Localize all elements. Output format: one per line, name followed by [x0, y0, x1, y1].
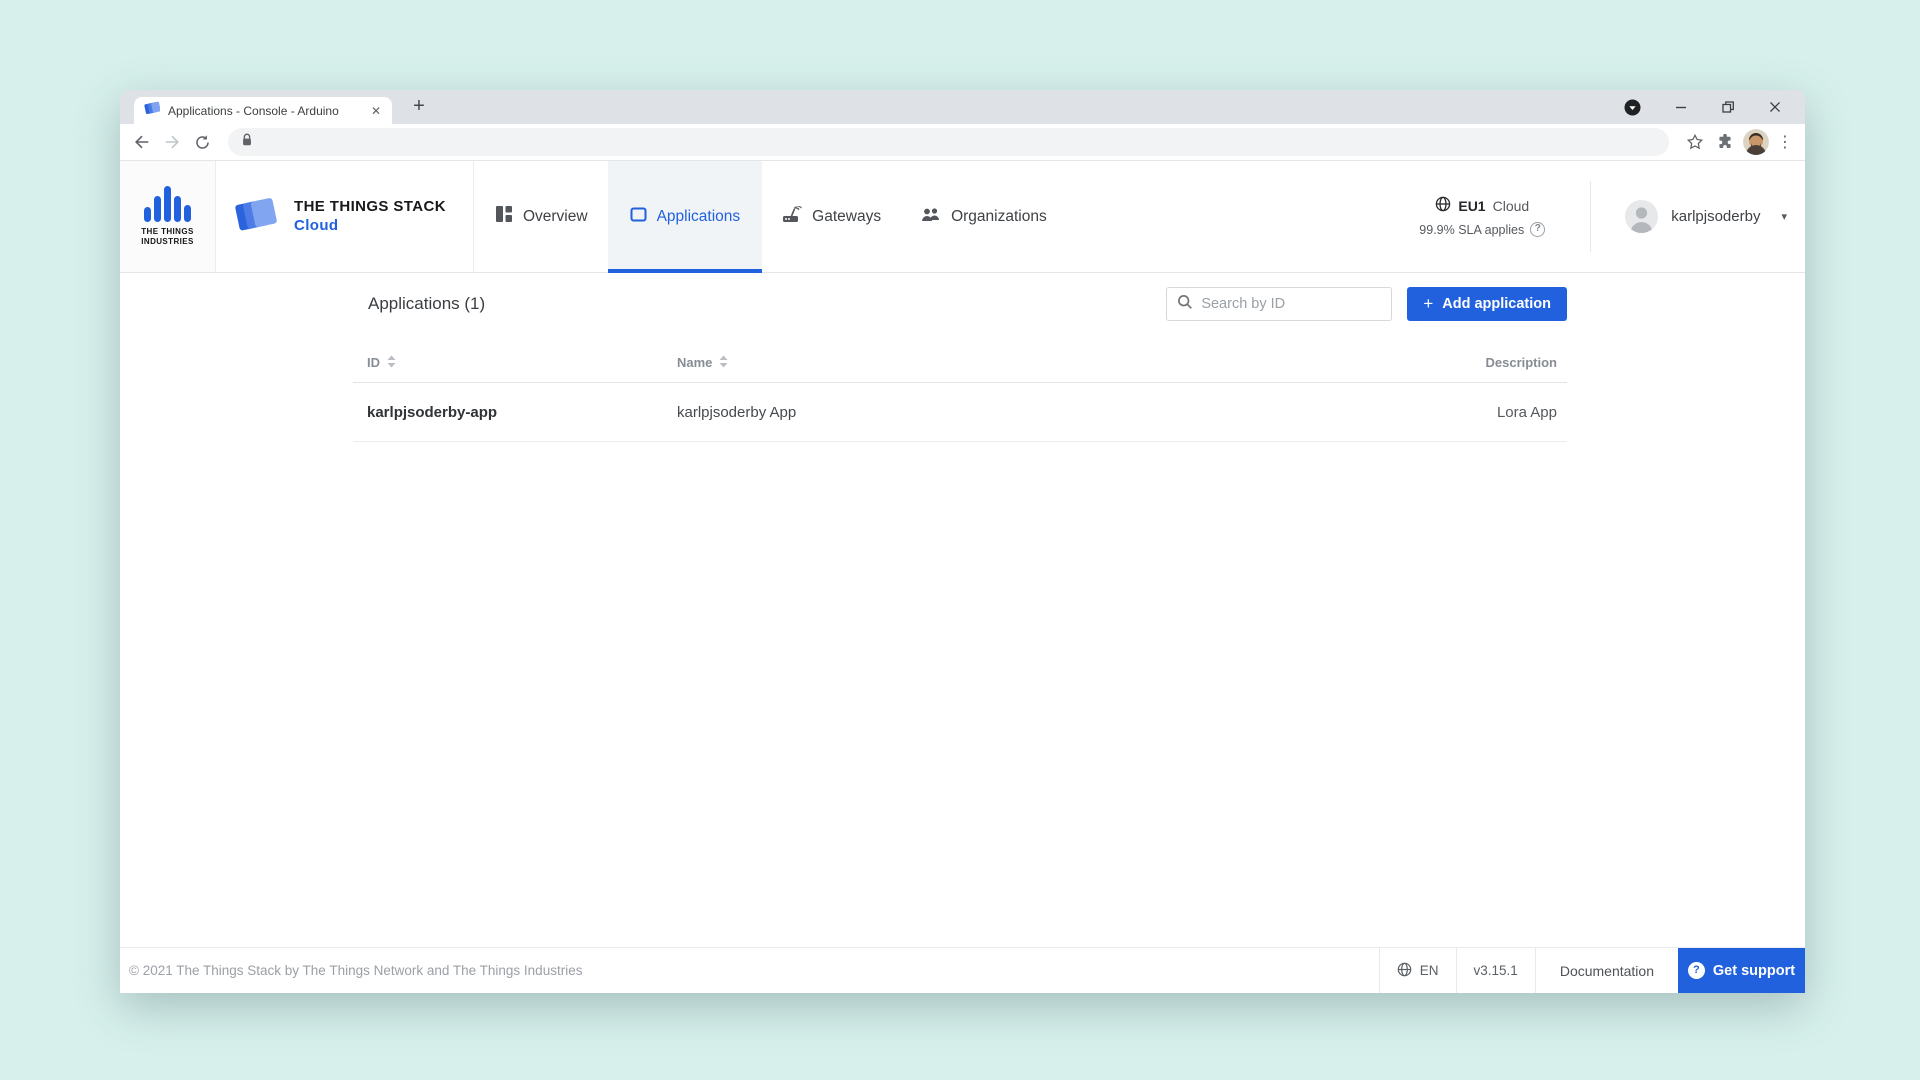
search-icon — [1177, 294, 1193, 315]
cluster-info: EU1 Cloud 99.9% SLA applies ? — [1419, 161, 1545, 272]
back-button[interactable] — [130, 130, 154, 154]
user-menu[interactable]: karlpjsoderby ▾ — [1591, 161, 1805, 272]
forward-button[interactable] — [160, 130, 184, 154]
browser-profile-avatar[interactable] — [1743, 129, 1769, 155]
nav-gateways[interactable]: Gateways — [762, 161, 901, 272]
browser-menu-icon[interactable]: ⋮ — [1775, 132, 1795, 152]
page-title: Applications (1) — [368, 294, 485, 314]
browser-tab-strip: Applications - Console - Arduino ✕ + — [120, 90, 1805, 124]
sla-help-icon[interactable]: ? — [1530, 222, 1545, 237]
chevron-down-icon: ▾ — [1781, 210, 1787, 223]
application-description: Lora App — [1317, 404, 1557, 421]
table-header-row: ID Name — [353, 343, 1567, 383]
address-bar[interactable] — [228, 128, 1669, 156]
browser-update-icon[interactable] — [1624, 99, 1641, 116]
nav-organizations[interactable]: Organizations — [901, 161, 1067, 272]
tab-title: Applications - Console - Arduino — [168, 104, 360, 118]
minimize-button[interactable] — [1674, 100, 1688, 114]
column-header-id[interactable]: ID — [367, 355, 677, 371]
nav-applications[interactable]: Applications — [608, 161, 763, 272]
close-button[interactable] — [1768, 100, 1782, 114]
extensions-puzzle-icon[interactable] — [1713, 130, 1737, 154]
search-input[interactable] — [1201, 296, 1388, 312]
tab-close-icon[interactable]: ✕ — [368, 103, 384, 119]
things-stack-wordmark: THE THINGS STACK Cloud — [294, 198, 446, 236]
bookmark-star-icon[interactable] — [1683, 130, 1707, 154]
cluster-suffix: Cloud — [1493, 198, 1530, 214]
console-page: THE THINGS INDUSTRIES THE THINGS STA — [120, 161, 1805, 993]
question-mark-icon: ? — [1688, 962, 1705, 979]
nav-overview-label: Overview — [523, 208, 588, 226]
things-stack-icon — [233, 193, 281, 240]
globe-icon — [1397, 962, 1412, 980]
applications-window-icon — [630, 206, 647, 228]
window-controls — [1624, 90, 1782, 124]
add-application-button[interactable]: + Add application — [1407, 287, 1567, 321]
things-stack-logo[interactable]: THE THINGS STACK Cloud — [216, 161, 474, 272]
table-row[interactable]: karlpjsoderby-app karlpjsoderby App Lora… — [353, 383, 1567, 442]
main-nav: Overview Applications — [476, 161, 1067, 272]
nav-overview[interactable]: Overview — [476, 161, 608, 272]
application-id: karlpjsoderby-app — [367, 404, 677, 421]
nav-gateways-label: Gateways — [812, 208, 881, 226]
copyright-text: © 2021 The Things Stack by The Things Ne… — [120, 948, 582, 993]
overview-grid-icon — [496, 206, 513, 228]
plus-icon: + — [1423, 294, 1433, 314]
console-header: THE THINGS INDUSTRIES THE THINGS STA — [120, 161, 1805, 273]
reload-button[interactable] — [190, 130, 214, 154]
things-industries-wordmark: THE THINGS INDUSTRIES — [141, 227, 193, 247]
cluster-name: EU1 — [1458, 198, 1485, 214]
sort-icon — [719, 355, 728, 371]
things-industries-bars-icon — [144, 186, 191, 222]
nav-applications-label: Applications — [657, 208, 741, 226]
get-support-button[interactable]: ? Get support — [1678, 948, 1805, 993]
search-box — [1166, 287, 1392, 321]
browser-toolbar: ⋮ — [120, 124, 1805, 161]
things-industries-logo[interactable]: THE THINGS INDUSTRIES — [120, 161, 216, 272]
organizations-people-icon — [921, 206, 941, 228]
user-name: karlpjsoderby — [1671, 208, 1760, 225]
browser-window: Applications - Console - Arduino ✕ + — [120, 90, 1805, 993]
column-header-name[interactable]: Name — [677, 355, 1317, 371]
language-selector[interactable]: EN — [1379, 948, 1456, 993]
nav-organizations-label: Organizations — [951, 208, 1047, 226]
column-header-description: Description — [1317, 355, 1557, 370]
globe-icon — [1435, 196, 1451, 215]
documentation-link[interactable]: Documentation — [1535, 948, 1678, 993]
console-footer: © 2021 The Things Stack by The Things Ne… — [120, 947, 1805, 993]
version-label: v3.15.1 — [1456, 948, 1535, 993]
maximize-button[interactable] — [1721, 100, 1735, 114]
applications-table: ID Name — [353, 343, 1567, 442]
new-tab-button[interactable]: + — [407, 95, 431, 119]
sort-icon — [387, 355, 396, 371]
application-name: karlpjsoderby App — [677, 404, 1317, 421]
lock-icon[interactable] — [240, 132, 254, 152]
sla-text: 99.9% SLA applies — [1419, 223, 1524, 237]
tts-favicon — [144, 100, 160, 121]
user-avatar — [1625, 200, 1658, 233]
gateway-router-icon — [782, 206, 802, 228]
browser-tab[interactable]: Applications - Console - Arduino ✕ — [134, 97, 392, 124]
applications-content: Applications (1) + Add application — [120, 273, 1805, 442]
